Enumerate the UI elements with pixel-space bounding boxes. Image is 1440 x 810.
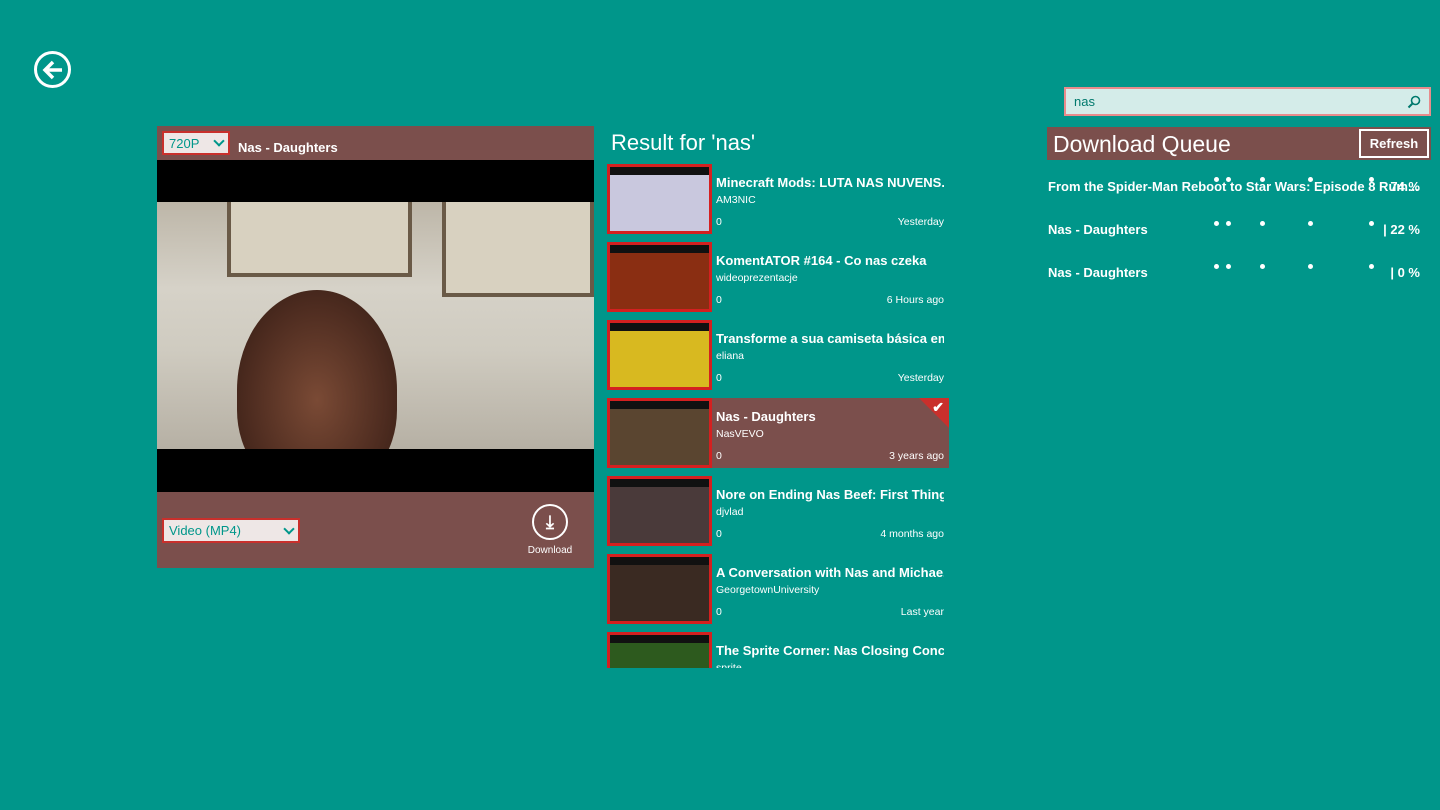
video-thumbnail [607, 632, 712, 668]
result-item[interactable]: KomentATOR #164 - Co nas czeka wideoprez… [607, 242, 949, 312]
video-frame [157, 202, 594, 449]
queue-item-percent: | 0 % [1390, 265, 1420, 280]
results-list: Minecraft Mods: LUTA NAS NUVENS... AM3NI… [607, 164, 949, 668]
chevron-down-icon [283, 522, 295, 535]
result-title: Transforme a sua camiseta básica em... [716, 331, 944, 346]
progress-dot [1260, 221, 1265, 226]
result-date: 4 months ago [880, 528, 944, 540]
video-thumbnail [607, 554, 712, 624]
result-channel: NasVEVO [716, 428, 764, 440]
search-value: nas [1074, 94, 1095, 109]
queue-item: Nas - Daughters | 0 % [1048, 264, 1422, 285]
arrow-left-icon [42, 60, 62, 79]
results-heading: Result for 'nas' [611, 130, 756, 155]
progress-dot [1260, 177, 1265, 182]
result-item[interactable]: The Sprite Corner: Nas Closing Conce... … [607, 632, 949, 668]
progress-dot [1226, 221, 1231, 226]
result-date: Yesterday [897, 216, 944, 228]
progress-dot [1308, 221, 1313, 226]
queue-item-name: Nas - Daughters [1048, 222, 1148, 237]
result-title: The Sprite Corner: Nas Closing Conce... [716, 643, 944, 658]
queue-item-name: From the Spider-Man Reboot to Star Wars:… [1048, 179, 1419, 194]
format-value: Video (MP4) [169, 523, 242, 538]
result-date: 6 Hours ago [886, 294, 944, 306]
video-thumbnail [607, 164, 712, 234]
result-channel: eliana [716, 350, 745, 362]
quality-select[interactable]: 720P [162, 131, 230, 155]
back-button[interactable] [34, 51, 71, 88]
result-views: 0 [716, 606, 722, 618]
result-channel: AM3NIC [716, 194, 756, 206]
result-views: 0 [716, 372, 722, 384]
result-title: KomentATOR #164 - Co nas czeka [716, 253, 927, 268]
result-date: Yesterday [897, 372, 944, 384]
search-input[interactable]: nas [1064, 87, 1431, 116]
progress-dot [1214, 264, 1219, 269]
result-channel: wideoprezentacje [716, 272, 798, 284]
progress-dot [1369, 221, 1374, 226]
result-item[interactable]: Nore on Ending Nas Beef: First Thing... … [607, 476, 949, 546]
video-thumbnail [607, 476, 712, 546]
result-item[interactable]: A Conversation with Nas and Michae... Ge… [607, 554, 949, 624]
checkmark-icon: ✔ [932, 399, 944, 415]
format-select[interactable]: Video (MP4) [162, 518, 300, 543]
result-views: 0 [716, 450, 722, 462]
progress-dot [1369, 177, 1374, 182]
search-icon[interactable] [1407, 95, 1421, 109]
queue-title: Download Queue [1053, 131, 1231, 157]
result-title: Minecraft Mods: LUTA NAS NUVENS... [716, 175, 944, 190]
queue-item: Nas - Daughters | 22 % [1048, 221, 1422, 242]
result-date: Last year [900, 606, 944, 618]
video-preview[interactable] [157, 160, 594, 492]
result-channel: GeorgetownUniversity [716, 584, 820, 596]
queue-item: From the Spider-Man Reboot to Star Wars:… [1048, 177, 1422, 199]
video-player-panel: 720P Nas - Daughters Video (MP4) ⤓ Downl… [157, 126, 594, 568]
refresh-button[interactable]: Refresh [1359, 129, 1429, 158]
result-date: 3 years ago [889, 450, 944, 462]
progress-dot [1214, 221, 1219, 226]
download-label: Download [527, 545, 573, 556]
result-title: A Conversation with Nas and Michae... [716, 565, 944, 580]
download-button[interactable]: ⤓ Download [524, 504, 576, 556]
progress-dot [1214, 177, 1219, 182]
progress-dot [1308, 264, 1313, 269]
result-channel: djvlad [716, 506, 744, 518]
progress-dot [1369, 264, 1374, 269]
video-title: Nas - Daughters [238, 140, 338, 155]
result-title: Nore on Ending Nas Beef: First Thing... [716, 487, 944, 502]
progress-dot [1226, 264, 1231, 269]
result-title: Nas - Daughters [716, 409, 816, 424]
result-channel: sprite [716, 662, 742, 668]
result-item[interactable]: Minecraft Mods: LUTA NAS NUVENS... AM3NI… [607, 164, 949, 234]
queue-item-name: Nas - Daughters [1048, 265, 1148, 280]
result-views: 0 [716, 528, 722, 540]
video-thumbnail [607, 242, 712, 312]
video-thumbnail [607, 398, 712, 468]
result-views: 0 [716, 216, 722, 228]
queue-item-percent: | 22 % [1383, 222, 1420, 237]
download-icon: ⤓ [532, 504, 568, 540]
result-item[interactable]: Transforme a sua camiseta básica em... e… [607, 320, 949, 390]
queue-item-percent: 74 % [1390, 179, 1420, 194]
result-item[interactable]: Nas - Daughters NasVEVO 0 3 years ago ✔ [607, 398, 949, 468]
progress-dot [1226, 177, 1231, 182]
quality-value: 720P [169, 135, 200, 151]
progress-dot [1260, 264, 1265, 269]
chevron-down-icon [213, 135, 225, 147]
progress-dot [1308, 177, 1313, 182]
download-queue-header: Download Queue Refresh [1047, 127, 1431, 160]
result-views: 0 [716, 294, 722, 306]
video-thumbnail [607, 320, 712, 390]
